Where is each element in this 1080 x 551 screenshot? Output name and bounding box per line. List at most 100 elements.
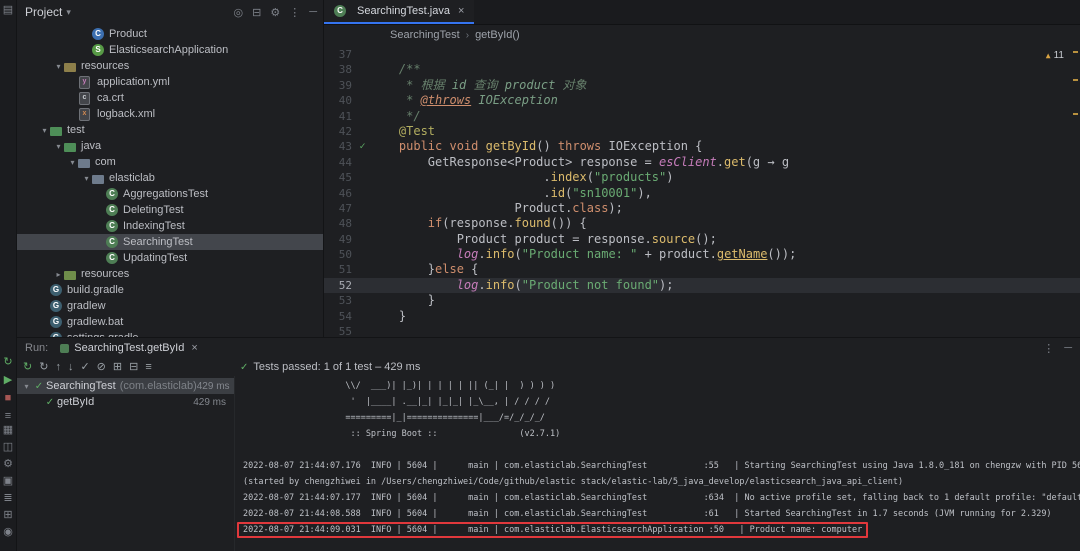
tree-item[interactable]: C DeletingTest <box>17 202 323 218</box>
notifications-icon[interactable]: ◉ <box>3 526 13 538</box>
tree-item[interactable]: ▾ com <box>17 154 323 170</box>
tree-item[interactable]: c ca.crt <box>17 90 323 106</box>
project-tree[interactable]: C Product S ElasticsearchApplication ▾ resour… <box>17 24 323 337</box>
code-line[interactable]: 54 } <box>324 309 1080 324</box>
line-number[interactable]: 40 <box>324 93 355 108</box>
line-number[interactable]: 37 <box>324 47 355 62</box>
code-line[interactable]: 44 GetResponse<Product> response = esCli… <box>324 155 1080 170</box>
test-tree-item[interactable]: ▾ ✓ SearchingTest (com.elasticlab) 429 ms <box>17 378 234 394</box>
console[interactable]: \\/ ___)| |_)| | | | | || (_| | ) ) ) ) … <box>235 376 1080 551</box>
test-passed-gutter-icon[interactable]: ✓ <box>355 139 370 154</box>
problems-icon[interactable]: ▣ <box>3 475 13 487</box>
line-number[interactable]: 47 <box>324 201 355 216</box>
line-number[interactable]: 48 <box>324 216 355 231</box>
collapse-all-icon[interactable]: ⊟ <box>252 6 261 19</box>
code-line[interactable]: 40 * @throws IOException <box>324 93 1080 108</box>
code-line[interactable]: 45 .index("products") <box>324 170 1080 185</box>
chevron-down-icon[interactable]: ▾ <box>81 174 92 183</box>
line-number[interactable]: 55 <box>324 324 355 337</box>
tree-item[interactable]: C AggregationsTest <box>17 186 323 202</box>
build-icon[interactable]: ⚙ <box>3 458 13 470</box>
close-tab-icon[interactable]: × <box>191 342 197 354</box>
tree-item[interactable]: ▾ java <box>17 138 323 154</box>
code-line[interactable]: 51 }else { <box>324 262 1080 277</box>
tree-item[interactable]: C IndexingTest <box>17 218 323 234</box>
close-tab-icon[interactable]: × <box>458 5 464 17</box>
rerun-tests-icon[interactable]: ↻ <box>23 361 32 373</box>
chevron-right-icon[interactable]: ▸ <box>53 270 64 279</box>
run-tab[interactable]: SearchingTest.getById × <box>60 342 198 354</box>
line-number[interactable]: 54 <box>324 309 355 324</box>
line-number[interactable]: 43 <box>324 139 355 154</box>
locate-file-icon[interactable]: ◎ <box>234 6 244 19</box>
chevron-down-icon[interactable]: ▾ <box>53 142 64 151</box>
editor-tab[interactable]: C SearchingTest.java × <box>324 0 475 24</box>
breadcrumb-item[interactable]: getById() <box>475 29 520 41</box>
previous-failed-test-icon[interactable]: ↑ <box>55 361 61 373</box>
code-line[interactable]: 39 * 根据 id 查询 product 对象 <box>324 78 1080 93</box>
line-number[interactable]: 41 <box>324 109 355 124</box>
code-line[interactable]: 52 log.info("Product not found"); <box>324 277 1080 294</box>
warning-stripe-mark[interactable] <box>1073 51 1078 53</box>
code-line[interactable]: 50 log.info("Product name: " + product.g… <box>324 247 1080 262</box>
services-icon[interactable]: ⊞ <box>3 509 12 521</box>
next-failed-test-icon[interactable]: ↓ <box>68 361 74 373</box>
stop-icon[interactable]: ■ <box>5 392 12 404</box>
project-panel-title[interactable]: Project <box>25 5 62 19</box>
breadcrumb-item[interactable]: SearchingTest <box>390 29 460 41</box>
terminal-icon[interactable]: ≣ <box>3 492 12 504</box>
code-line[interactable]: 41 */ <box>324 109 1080 124</box>
line-number[interactable]: 53 <box>324 293 355 308</box>
line-number[interactable]: 42 <box>324 124 355 139</box>
code-line[interactable]: 55 <box>324 324 1080 337</box>
expand-all-icon[interactable]: ⊞ <box>113 361 122 373</box>
show-passed-icon[interactable]: ✓ <box>80 361 89 373</box>
tree-item[interactable]: ▾ resources <box>17 58 323 74</box>
tree-item[interactable]: S ElasticsearchApplication <box>17 42 323 58</box>
code-line[interactable]: 47 Product.class); <box>324 201 1080 216</box>
collapse-all-icon[interactable]: ⊟ <box>129 361 138 373</box>
code-line[interactable]: 38 /** <box>324 62 1080 77</box>
settings-icon[interactable]: ⚙ <box>270 6 280 19</box>
code-line[interactable]: 53 } <box>324 293 1080 308</box>
hide-panel-icon[interactable]: ─ <box>1064 342 1072 355</box>
bookmarks-icon[interactable]: ◫ <box>3 441 13 453</box>
tree-item[interactable]: ▾ elasticlab <box>17 170 323 186</box>
tree-item[interactable]: C UpdatingTest <box>17 250 323 266</box>
warning-stripe-mark[interactable] <box>1073 79 1078 81</box>
project-tool-icon[interactable]: ▤ <box>3 4 13 16</box>
tree-item[interactable]: C Product <box>17 26 323 42</box>
chevron-down-icon[interactable]: ▾ <box>66 7 71 18</box>
code-line[interactable]: 37 <box>324 47 1080 62</box>
more-icon[interactable]: ⋮ <box>1043 342 1054 355</box>
tree-item[interactable]: Ggradlew.bat <box>17 314 323 330</box>
tree-item[interactable]: ▾ test <box>17 122 323 138</box>
chevron-down-icon[interactable]: ▾ <box>67 158 78 167</box>
test-tree[interactable]: ▾ ✓ SearchingTest (com.elasticlab) 429 ms ✓ g… <box>17 376 235 551</box>
code-line[interactable]: 46 .id("sn10001"), <box>324 186 1080 201</box>
code-area[interactable]: ▲ 11 37 38 /** 39 * 根据 id 查询 product 对象 40 … <box>324 45 1080 337</box>
tree-item[interactable]: ▸ resources <box>17 266 323 282</box>
run-history-icon[interactable]: ≡ <box>5 410 11 422</box>
tree-item[interactable]: y application.yml <box>17 74 323 90</box>
warning-stripe-mark[interactable] <box>1073 113 1078 115</box>
code-line[interactable]: 43 ✓ public void getById() throws IOExcep… <box>324 139 1080 154</box>
line-number[interactable]: 44 <box>324 155 355 170</box>
line-number[interactable]: 38 <box>324 62 355 77</box>
hide-panel-icon[interactable]: ─ <box>309 6 317 18</box>
run-icon[interactable]: ▶ <box>4 374 12 386</box>
line-number[interactable]: 39 <box>324 78 355 93</box>
rerun-failed-icon[interactable]: ↻ <box>39 361 48 373</box>
chevron-down-icon[interactable]: ▾ <box>53 62 64 71</box>
line-number[interactable]: 52 <box>324 278 355 293</box>
line-number[interactable]: 46 <box>324 186 355 201</box>
show-ignored-icon[interactable]: ⊘ <box>97 361 106 373</box>
line-number[interactable]: 49 <box>324 232 355 247</box>
structure-icon[interactable]: ▦ <box>3 424 13 436</box>
tree-item[interactable]: C SearchingTest <box>17 234 323 250</box>
inspections-widget[interactable]: ▲ 11 <box>1046 48 1064 63</box>
code-line[interactable]: 42 @Test <box>324 124 1080 139</box>
tree-item[interactable]: x logback.xml <box>17 106 323 122</box>
tree-item[interactable]: Gbuild.gradle <box>17 282 323 298</box>
test-tree-item[interactable]: ✓ getById 429 ms <box>17 394 234 410</box>
